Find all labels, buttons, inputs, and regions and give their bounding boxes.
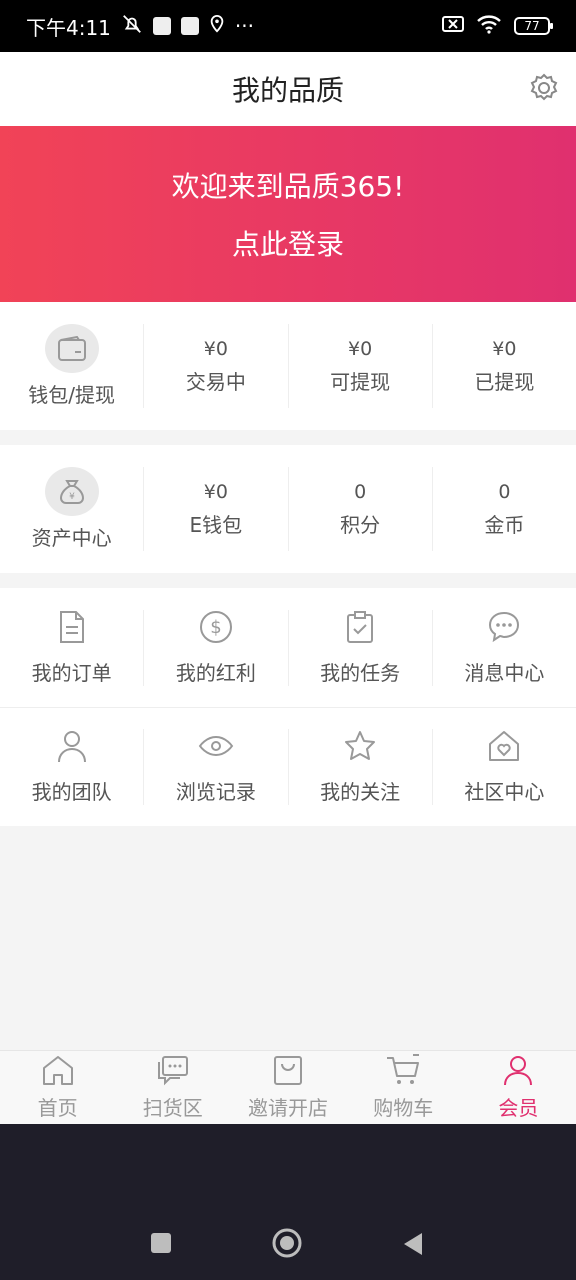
stat-ewallet[interactable]: ¥0 E钱包: [143, 467, 287, 551]
nav-home[interactable]: 首页: [0, 1051, 115, 1124]
stat-withdrawable[interactable]: ¥0 可提现: [287, 324, 432, 408]
home-button[interactable]: [272, 1228, 302, 1262]
stat-withdrawn[interactable]: ¥0 已提现: [431, 324, 576, 408]
svg-text:¥: ¥: [69, 492, 75, 502]
menu-my-follows[interactable]: 我的关注: [287, 729, 432, 805]
document-icon: [57, 610, 87, 648]
system-nav-bar: [0, 1124, 576, 1280]
menu-community-center[interactable]: 社区中心: [431, 729, 576, 805]
bottom-nav: 首页 扫货区 邀请开店 购物车 会员: [0, 1050, 576, 1124]
shopping-bag-icon: [272, 1054, 304, 1090]
notification-icon: [152, 17, 171, 35]
app-header: 我的品质: [0, 52, 576, 126]
asset-center-label: 资产中心: [31, 526, 112, 550]
gear-icon[interactable]: [528, 72, 560, 104]
page-title: 我的品质: [231, 74, 344, 107]
welcome-text: 欢迎来到品质365!: [171, 170, 405, 203]
sim-icon: [442, 16, 464, 36]
menu-row: 我的团队 浏览记录 我的关注 社区中心: [0, 707, 576, 826]
nav-cart[interactable]: 购物车: [346, 1051, 461, 1124]
back-button[interactable]: [402, 1232, 424, 1260]
more-dots: ···: [234, 14, 254, 38]
nav-invite-store[interactable]: 邀请开店: [230, 1051, 345, 1124]
menu-browse-history[interactable]: 浏览记录: [143, 729, 287, 805]
nav-shopping-zone[interactable]: 扫货区: [115, 1051, 230, 1124]
money-bag-icon: ¥: [44, 467, 99, 516]
person-icon: [56, 729, 88, 767]
battery-icon: 77: [514, 17, 553, 35]
menu-my-dividends[interactable]: $ 我的红利: [143, 609, 287, 686]
notification-icon-2: [180, 17, 199, 35]
status-bar: 下午4:11 ··· 77: [0, 0, 576, 52]
status-time: 下午4:11: [26, 15, 111, 40]
eye-icon: [198, 729, 234, 767]
assets-card: ¥ 资产中心 ¥0 E钱包 0 积分 0 金币: [0, 445, 576, 573]
chat-bubbles-icon: [156, 1054, 190, 1090]
stat-trading[interactable]: ¥0 交易中: [143, 324, 287, 408]
chat-icon: [487, 610, 521, 648]
feature-menu: 我的订单 $ 我的红利 我的任务 消息中心 我的团队 浏览记录 我的关注 社区中…: [0, 588, 576, 826]
login-banner[interactable]: 欢迎来到品质365! 点此登录: [0, 126, 576, 302]
house-heart-icon: [487, 729, 521, 767]
wallet-card: 钱包/提现 ¥0 交易中 ¥0 可提现 ¥0 已提现: [0, 302, 576, 430]
menu-my-orders[interactable]: 我的订单: [0, 610, 143, 686]
wifi-icon: [476, 14, 502, 38]
recent-apps-button[interactable]: [150, 1232, 172, 1258]
cart-icon: [385, 1054, 421, 1090]
login-link[interactable]: 点此登录: [232, 223, 344, 263]
stat-coins[interactable]: 0 金币: [431, 467, 576, 551]
menu-my-tasks[interactable]: 我的任务: [287, 609, 432, 686]
menu-message-center[interactable]: 消息中心: [431, 609, 576, 686]
wallet-label: 钱包/提现: [28, 383, 115, 407]
star-icon: [343, 729, 377, 767]
stat-points[interactable]: 0 积分: [287, 467, 432, 551]
asset-center[interactable]: ¥ 资产中心: [0, 467, 143, 551]
home-icon: [41, 1054, 75, 1090]
menu-row: 我的订单 $ 我的红利 我的任务 消息中心: [0, 588, 576, 707]
location-icon: [209, 14, 225, 38]
svg-text:$: $: [210, 617, 221, 638]
clipboard-icon: [345, 610, 375, 648]
menu-my-team[interactable]: 我的团队: [0, 729, 143, 805]
mute-icon: [121, 13, 143, 40]
member-icon: [502, 1054, 534, 1090]
wallet-withdraw[interactable]: 钱包/提现: [0, 324, 143, 408]
dollar-icon: $: [199, 610, 233, 648]
wallet-icon: [44, 324, 99, 373]
nav-member[interactable]: 会员: [461, 1051, 576, 1124]
